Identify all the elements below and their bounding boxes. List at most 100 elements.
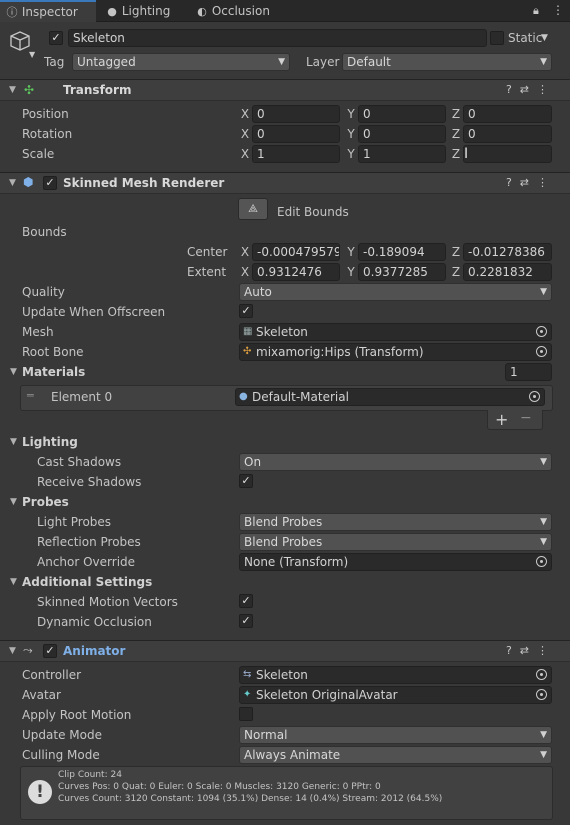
axis-z-label[interactable]: Z [450,107,462,121]
extent-z-input[interactable]: 0.2281832 [463,263,552,281]
root-bone-field[interactable]: ✣ mixamorig:Hips (Transform) [239,343,552,361]
position-z-input[interactable]: 0 [463,105,552,123]
object-picker-icon[interactable] [536,346,547,357]
preset-icon[interactable]: ⇄ [520,176,537,189]
tag-dropdown[interactable]: Untagged ▼ [72,53,290,71]
layer-label: Layer [306,55,340,69]
axis-x-label[interactable]: X [239,265,251,279]
axis-y-label[interactable]: Y [345,265,357,279]
object-picker-icon[interactable] [536,326,547,337]
drag-handle-icon[interactable]: ═ [27,389,34,402]
kebab-menu-icon[interactable]: ⋮ [537,644,556,657]
rotation-x-input[interactable]: 0 [252,125,340,143]
axis-x-label[interactable]: X [239,147,251,161]
component-header-icons[interactable]: ?⇄⋮ [506,644,556,657]
layer-dropdown[interactable]: Default ▼ [342,53,552,71]
update-offscreen-checkbox[interactable]: ✓ [239,304,253,318]
fold-arrow-icon[interactable]: ▼ [10,497,17,507]
probes-header[interactable]: Probes [22,495,69,509]
axis-x-label[interactable]: X [239,127,251,141]
animator-header[interactable]: ▼ ⤳ ✓ Animator ?⇄⋮ [0,640,570,662]
rotation-y-input[interactable]: 0 [358,125,446,143]
axis-x-label[interactable]: X [239,245,251,259]
axis-x-label[interactable]: X [239,107,251,121]
chevron-down-icon[interactable]: ▼ [29,50,35,59]
axis-z-label[interactable]: Z [450,147,462,161]
extent-x-input[interactable]: 0.9312476 [252,263,340,281]
object-picker-icon[interactable] [529,391,540,402]
fold-arrow-icon[interactable]: ▼ [9,85,16,95]
scale-z-input[interactable] [463,145,552,163]
preset-icon[interactable]: ⇄ [520,644,537,657]
scale-y-input[interactable]: 1 [358,145,446,163]
element0-material-field[interactable]: ● Default-Material [235,388,545,406]
static-label[interactable]: Static [508,31,542,45]
update-mode-dropdown[interactable]: Normal ▼ [239,726,552,744]
position-y-input[interactable]: 0 [358,105,446,123]
controller-field[interactable]: ⇆ Skeleton [239,666,552,684]
skinned-motion-vectors-checkbox[interactable]: ✓ [239,594,253,608]
quality-dropdown[interactable]: Auto ▼ [239,283,552,301]
help-icon[interactable]: ? [506,644,520,657]
axis-y-label[interactable]: Y [345,127,357,141]
axis-y-label[interactable]: Y [345,245,357,259]
static-dropdown-icon[interactable]: ▼ [541,33,548,43]
materials-header[interactable]: Materials [22,365,85,379]
center-z-input[interactable]: -0.01278386 [463,243,552,261]
reflection-probes-dropdown[interactable]: Blend Probes ▼ [239,533,552,551]
help-icon[interactable]: ? [506,83,520,96]
tab-lighting[interactable]: ● Lighting [100,0,190,22]
help-icon[interactable]: ? [506,176,520,189]
mesh-field[interactable]: ▦ Skeleton [239,323,552,341]
component-header-icons[interactable]: ?⇄⋮ [506,83,556,96]
axis-y-label[interactable]: Y [345,147,357,161]
remove-element-button[interactable]: − [520,410,532,426]
transform-header[interactable]: ▼ ✣ Transform ?⇄⋮ [0,79,570,101]
smr-enabled-checkbox[interactable]: ✓ [43,176,57,190]
materials-count-input[interactable]: 1 [505,363,552,381]
object-name-input[interactable]: Skeleton [68,29,487,47]
center-y-input[interactable]: -0.189094 [358,243,446,261]
object-picker-icon[interactable] [536,556,547,567]
avatar-field[interactable]: ✦ Skeleton OriginalAvatar [239,686,552,704]
add-element-button[interactable]: + [495,410,508,429]
scale-x-input[interactable]: 1 [252,145,340,163]
animator-enabled-checkbox[interactable]: ✓ [43,644,57,658]
position-x-input[interactable]: 0 [252,105,340,123]
culling-mode-dropdown[interactable]: Always Animate ▼ [239,746,552,764]
receive-shadows-checkbox[interactable]: ✓ [239,474,253,488]
static-checkbox[interactable] [490,31,504,45]
fold-arrow-icon[interactable]: ▼ [9,646,16,656]
object-picker-icon[interactable] [536,689,547,700]
fold-arrow-icon[interactable]: ▼ [10,437,17,447]
axis-z-label[interactable]: Z [450,127,462,141]
tab-inspector[interactable]: ⓘ Inspector [0,0,96,22]
preset-icon[interactable]: ⇄ [520,83,537,96]
center-x-input[interactable]: -0.000479579 [252,243,340,261]
kebab-menu-icon[interactable]: ⋮ [537,83,556,96]
light-probes-dropdown[interactable]: Blend Probes ▼ [239,513,552,531]
anchor-override-field[interactable]: None (Transform) [239,553,552,571]
smr-header[interactable]: ▼ ⬢ ✓ Skinned Mesh Renderer ?⇄⋮ [0,172,570,194]
cast-shadows-dropdown[interactable]: On ▼ [239,453,552,471]
rotation-z-input[interactable]: 0 [463,125,552,143]
object-picker-icon[interactable] [536,669,547,680]
active-checkbox[interactable]: ✓ [49,31,63,45]
fold-arrow-icon[interactable]: ▼ [10,367,17,377]
apply-root-motion-checkbox[interactable] [239,707,253,721]
fold-arrow-icon[interactable]: ▼ [9,178,16,188]
lock-icon[interactable]: 🔒︎ [533,4,539,18]
axis-y-label[interactable]: Y [345,107,357,121]
axis-z-label[interactable]: Z [450,245,462,259]
axis-z-label[interactable]: Z [450,265,462,279]
edit-bounds-button[interactable]: ⟁ [238,198,268,220]
lighting-header[interactable]: Lighting [22,435,78,449]
kebab-menu-icon[interactable]: ⋮ [537,176,556,189]
tab-occlusion[interactable]: ◐ Occlusion [190,0,290,22]
more-options-icon[interactable]: ⋮ [552,3,564,17]
extent-y-input[interactable]: 0.9377285 [358,263,446,281]
additional-settings-header[interactable]: Additional Settings [22,575,152,589]
dynamic-occlusion-checkbox[interactable]: ✓ [239,614,253,628]
fold-arrow-icon[interactable]: ▼ [10,577,17,587]
component-header-icons[interactable]: ?⇄⋮ [506,176,556,189]
